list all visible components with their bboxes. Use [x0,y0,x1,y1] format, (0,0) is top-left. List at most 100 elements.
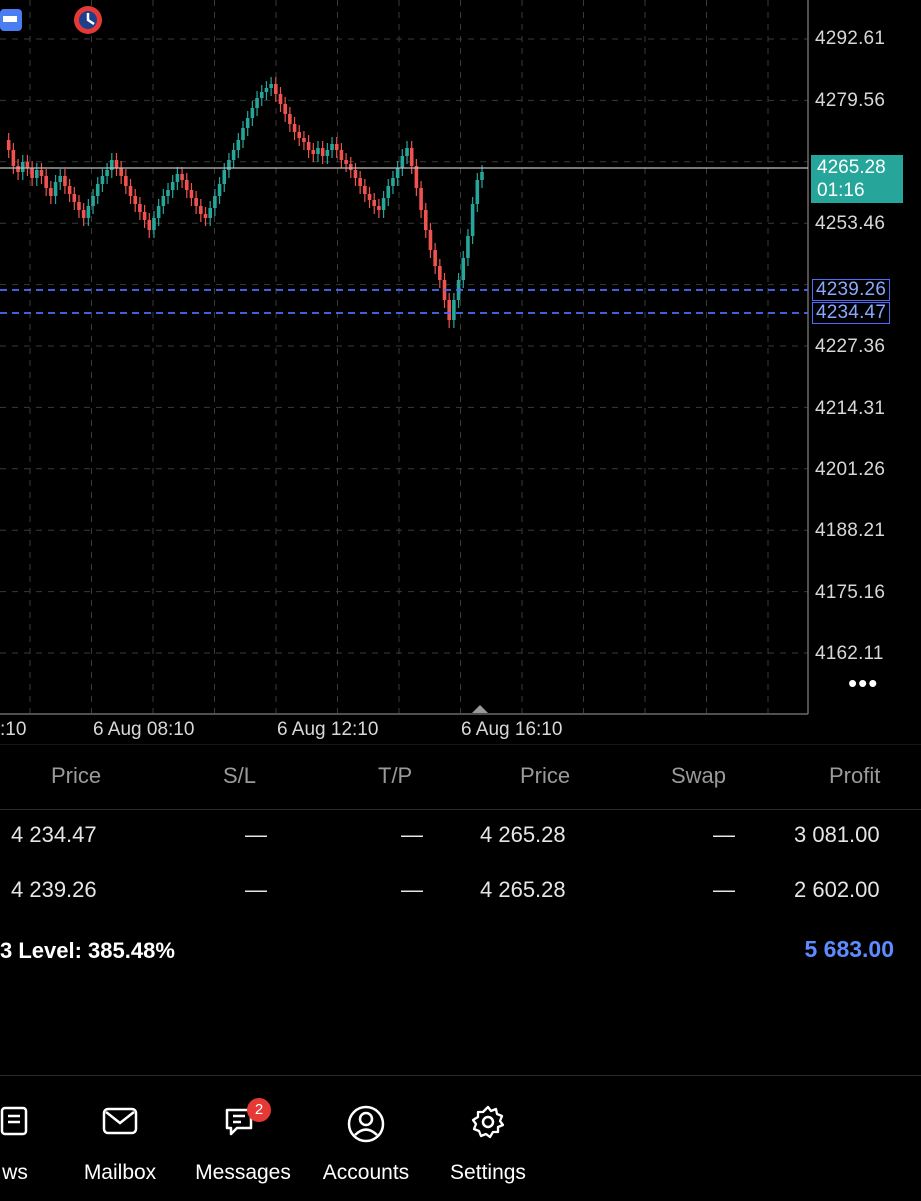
candle-body [405,148,409,156]
candle-body [199,206,203,214]
candle-body [325,150,330,156]
header-profit: Profit [829,763,881,788]
unread-badge: 2 [247,1098,271,1122]
candle-body [39,170,44,176]
nav-label: Messages [195,1161,291,1184]
price-axis-label: 4162.11 [815,643,884,664]
swap-cell: — [713,822,735,847]
open-price-cell: 4 239.26 [11,877,97,902]
candle-body [184,180,189,190]
candle-body [377,206,381,210]
tp-cell: — [401,822,423,847]
candle-body [470,204,475,236]
candle-body [400,156,405,168]
user-icon [347,1105,385,1143]
candle-body [231,150,236,160]
bar-countdown: 01:16 [817,180,865,201]
nav-messages[interactable]: 2 Messages [187,1076,299,1201]
candle-body [367,194,372,200]
nav-label: Mailbox [83,1161,157,1184]
price-chart[interactable]: 4292.61 4279.56 4253.46 4227.36 4214.31 … [0,0,921,745]
profit-cell: 2 602.00 [794,877,880,902]
nav-mailbox[interactable]: Mailbox [70,1076,170,1201]
candle-body [447,300,451,320]
candle-body [11,150,16,166]
header-sl: S/L [223,763,257,788]
candle-body [114,160,119,168]
time-axis-label: 6 Aug 12:10 [277,719,379,740]
candle-body [414,166,419,188]
tp-cell: — [401,877,423,902]
candle-body [372,200,377,206]
candle-body [334,144,339,150]
candle-body [133,196,138,204]
candle-body [72,194,77,202]
candle-body [100,176,105,184]
ellipsis-icon[interactable]: ••• [848,668,878,699]
candle-body [353,170,358,178]
candle-body [81,210,86,218]
candle-body [433,250,437,266]
price-lines [0,167,808,314]
price-axis-label: 4175.16 [815,582,886,603]
candle-body [288,114,292,124]
nav-label: Settings [450,1161,526,1184]
candle-body [147,220,152,230]
nav-label: ws [2,1161,28,1184]
candle-body [311,150,316,154]
nav-accounts[interactable]: Accounts [315,1076,417,1201]
candle-body [264,88,269,92]
candle-body [302,138,306,142]
price-axis-label: 4201.26 [815,459,886,480]
current-price-cell: 4 265.28 [480,877,566,902]
candle-body [208,208,212,218]
position-row[interactable]: 4 234.47 — — 4 265.28 — 3 081.00 [0,808,921,863]
candle-body [245,118,250,128]
chart-top-icons[interactable] [0,6,102,34]
candle-body [236,140,241,150]
position-row[interactable]: 4 239.26 — — 4 265.28 — 2 602.00 [0,863,921,918]
nav-settings[interactable]: Settings [440,1076,536,1201]
header-tp: T/P [378,763,413,788]
candle-body [49,188,53,196]
candle-body [180,174,184,180]
order-level-label[interactable]: 4234.47 [812,302,891,324]
candle-body [297,132,302,138]
candle-body [170,182,175,190]
account-summary: 3 Level: 385.48% 5 683.00 [0,930,921,970]
candle-body [25,162,30,168]
current-price-cell: 4 265.28 [480,822,566,847]
candle-body [480,172,484,180]
candle-body [203,214,208,218]
candle-body [217,184,222,196]
candle-body [419,188,423,210]
nav-news[interactable]: ws [0,1076,50,1201]
candle-body [391,178,395,186]
swap-cell: — [713,877,735,902]
candle-body [166,190,170,196]
candle-body [63,176,67,186]
candle-body [423,210,428,230]
nav-label: Accounts [322,1161,410,1184]
candle-body [386,186,391,198]
total-profit: 5 683.00 [804,936,894,962]
candle-body [428,230,433,250]
order-level-label[interactable]: 4239.26 [812,279,891,301]
profit-cell: 3 081.00 [794,822,880,847]
candle-body [316,148,320,154]
candle-body [44,176,48,188]
candle-body [128,186,133,196]
positions-header: Price S/L T/P Price Swap Profit [0,747,921,810]
candle-body [138,204,142,212]
candle-body [156,206,161,218]
candle-body [438,266,442,280]
candle-body [86,206,91,218]
chart-canvas[interactable] [0,0,921,745]
header-swap: Swap [671,763,727,788]
candle-body [339,150,344,160]
candle-body [475,180,480,204]
candle-body [194,198,198,206]
candle-body [274,84,278,94]
candle-body [330,144,334,150]
candle-body [67,186,72,194]
